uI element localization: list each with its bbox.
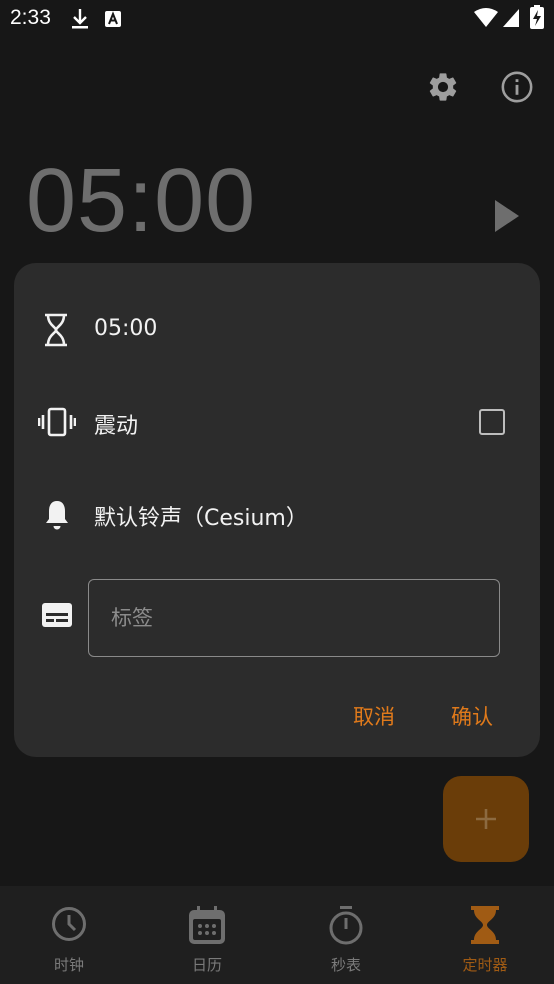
vibrate-checkbox[interactable] — [479, 409, 505, 435]
download-icon — [72, 9, 88, 29]
hourglass-icon — [45, 313, 67, 347]
stopwatch-icon — [329, 906, 363, 945]
info-icon[interactable] — [500, 70, 534, 104]
vibrate-label[interactable]: 震动 — [94, 408, 138, 440]
plus-icon — [476, 809, 496, 829]
vibrate-icon — [38, 407, 76, 437]
nav-item-clock[interactable]: 时钟 — [0, 886, 138, 984]
status-time: 2:33 — [10, 6, 51, 29]
label-icon — [42, 603, 72, 627]
status-bar: 2:33 — [0, 0, 554, 38]
nav-label-clock: 时钟 — [53, 956, 84, 974]
wifi-icon — [474, 8, 498, 27]
nav-label-stopwatch: 秒表 — [330, 956, 361, 974]
font-app-icon — [105, 11, 121, 27]
calendar-icon — [189, 906, 225, 944]
nav-item-timer[interactable]: 定时器 — [416, 886, 554, 984]
bottom-navigation: 时钟 日历 秒表 定时器 — [0, 886, 554, 984]
timer-settings-dialog: 05:00 震动 默认铃声（Cesium） 取消 确认 — [14, 263, 540, 757]
add-timer-button[interactable] — [443, 776, 529, 862]
label-field[interactable] — [88, 579, 500, 657]
nav-label-timer: 定时器 — [462, 956, 508, 974]
hourglass-icon — [471, 906, 499, 944]
battery-charging-icon — [530, 5, 544, 29]
cancel-button[interactable]: 取消 — [353, 701, 395, 731]
nav-item-calendar[interactable]: 日历 — [138, 886, 276, 984]
ringtone-label[interactable]: 默认铃声（Cesium） — [94, 500, 308, 532]
confirm-button[interactable]: 确认 — [451, 701, 493, 731]
play-icon[interactable] — [493, 198, 521, 234]
settings-icon[interactable] — [426, 70, 460, 104]
signal-icon — [503, 9, 519, 27]
nav-label-calendar: 日历 — [191, 956, 222, 974]
clock-icon — [52, 907, 86, 941]
bell-icon — [46, 501, 68, 530]
label-input[interactable] — [89, 580, 499, 656]
nav-item-stopwatch[interactable]: 秒表 — [277, 886, 415, 984]
timer-display[interactable]: 05:00 — [26, 150, 256, 253]
duration-value[interactable]: 05:00 — [94, 316, 157, 341]
